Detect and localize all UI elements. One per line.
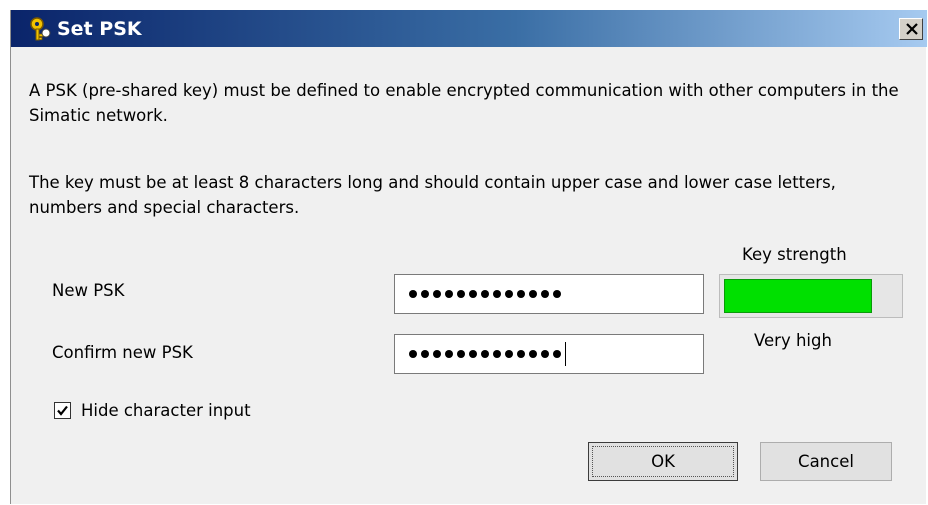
cancel-button-label: Cancel [798,452,854,471]
mask-dot [445,290,453,298]
mask-dot [445,350,453,358]
key-strength-label: Key strength [742,245,847,264]
window-title: Set PSK [57,18,142,40]
mask-dot [409,350,417,358]
checkmark-icon [57,405,68,416]
mask-dot [409,290,417,298]
mask-dot [541,350,549,358]
mask-dot [457,350,465,358]
mask-dot [553,350,561,358]
mask-dot [517,350,525,358]
mask-dot [433,350,441,358]
mask-dot [421,290,429,298]
focus-rect [592,446,734,477]
mask-dot [469,290,477,298]
mask-dot [493,290,501,298]
cancel-button[interactable]: Cancel [760,442,892,481]
new-psk-input[interactable] [394,274,704,314]
close-icon [906,23,918,35]
requirement-text: The key must be at least 8 characters lo… [29,173,836,217]
key-shield-icon [27,16,53,42]
confirm-psk-label: Confirm new PSK [52,343,193,362]
key-strength-value: Very high [754,331,832,350]
key-strength-fill [724,279,872,313]
confirm-psk-input[interactable] [394,334,704,374]
masked-text [409,342,566,366]
mask-dot [457,290,465,298]
set-psk-dialog: Set PSK A PSK (pre-shared key) must be d… [10,10,927,504]
hide-input-checkbox[interactable] [54,402,71,419]
close-button[interactable] [899,18,923,40]
mask-dot [553,290,561,298]
text-caret [565,342,566,366]
mask-dot [517,290,525,298]
mask-dot [481,350,489,358]
key-strength-meter [719,274,903,318]
mask-dot [529,290,537,298]
mask-dot [541,290,549,298]
mask-dot [529,350,537,358]
hide-input-label[interactable]: Hide character input [81,400,251,422]
mask-dot [433,290,441,298]
mask-dot [469,350,477,358]
mask-dot [493,350,501,358]
mask-dot [505,290,513,298]
new-psk-label: New PSK [52,281,125,300]
mask-dot [505,350,513,358]
mask-dot [481,290,489,298]
intro-text: A PSK (pre-shared key) must be defined t… [29,81,899,125]
masked-text [409,287,565,301]
ok-button[interactable]: OK [588,442,738,481]
mask-dot [421,350,429,358]
title-bar[interactable]: Set PSK [11,10,927,47]
